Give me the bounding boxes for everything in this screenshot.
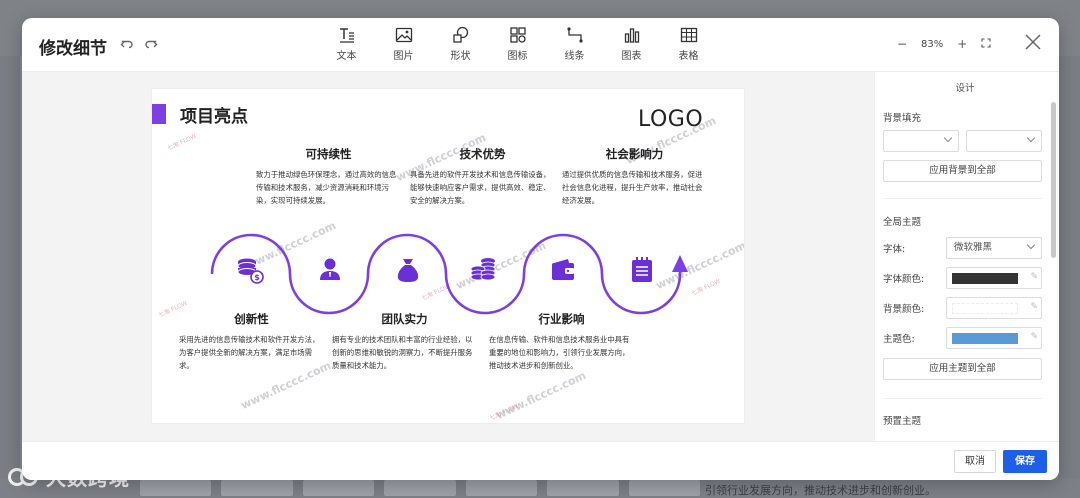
highlight-text: 采用先进的信息传输技术和软件开发方法，为客户提供全新的解决方案，满足市场需求。 <box>179 335 320 370</box>
tool-image[interactable]: 图片 <box>375 26 432 66</box>
panel-scrollbar[interactable] <box>1051 102 1056 258</box>
icons-icon <box>509 27 526 43</box>
tool-icons-label: 图标 <box>507 51 528 62</box>
bg-color-swatch <box>952 303 1018 314</box>
global-theme-label: 全局主题 <box>883 217 922 228</box>
tool-text-label: 文本 <box>336 51 357 62</box>
tool-icons[interactable]: 图标 <box>489 26 546 66</box>
preset-theme-label: 预置主题 <box>883 416 922 427</box>
eyedropper-icon[interactable]: ✎ <box>1030 272 1038 282</box>
font-color-swatch <box>952 273 1018 284</box>
cancel-button[interactable]: 取消 <box>954 450 996 473</box>
modal-title: 修改细节 <box>39 39 107 59</box>
insert-toolbar: 文本 图片 形状 图标 线条 图表 表格 <box>318 26 717 66</box>
eyedropper-icon[interactable]: ✎ <box>1030 332 1038 342</box>
fullscreen-icon[interactable] <box>981 37 991 51</box>
highlight-text: 拥有专业的技术团队和丰富的行业经验，以创新的思维和敏锐的洞察力，不断提升服务质量… <box>332 335 473 370</box>
background-left-rail <box>0 56 20 498</box>
zoom-controls: − 83% + <box>897 37 991 51</box>
zoom-in-button[interactable]: + <box>957 37 967 51</box>
eyedropper-icon[interactable]: ✎ <box>1030 302 1038 312</box>
design-panel: 设计 背景填充 应用背景到全部 全局主题 字体: 微软雅黑 字体颜色: ✎ 背景… <box>874 72 1059 441</box>
bg-color-picker[interactable]: ✎ <box>946 297 1042 319</box>
redo-icon[interactable] <box>143 37 159 53</box>
calendar-list-icon <box>632 257 652 282</box>
highlight-block[interactable]: 团队实力 拥有专业的技术团队和丰富的行业经验，以创新的思维和敏锐的洞察力，不断提… <box>332 311 477 372</box>
font-select[interactable]: 微软雅黑 <box>946 237 1042 259</box>
highlight-title: 行业影响 <box>538 312 585 326</box>
bg-fill-option-select[interactable] <box>966 130 1042 152</box>
arrow-head-icon <box>672 255 688 272</box>
bg-color-label: 背景颜色: <box>883 304 925 315</box>
tool-chart-label: 图表 <box>621 51 642 62</box>
modal-footer: 取消 保存 <box>22 441 1059 480</box>
shape-icon <box>452 26 468 43</box>
tool-image-label: 图片 <box>393 51 414 62</box>
tool-text[interactable]: 文本 <box>318 26 375 66</box>
font-color-picker[interactable]: ✎ <box>946 267 1042 289</box>
save-button[interactable]: 保存 <box>1003 450 1047 473</box>
wallet-icon <box>552 259 574 280</box>
panel-divider <box>883 198 1042 199</box>
zoom-level: 83% <box>921 38 944 50</box>
tool-shape-label: 形状 <box>450 51 471 62</box>
tool-chart[interactable]: 图表 <box>603 26 660 66</box>
tool-table-label: 表格 <box>678 51 699 62</box>
tool-line-label: 线条 <box>564 51 585 62</box>
tool-line[interactable]: 线条 <box>546 26 603 66</box>
theme-color-swatch <box>952 333 1018 344</box>
coin-stacks-icon <box>470 258 496 281</box>
coins-dollar-icon: $ <box>237 258 264 284</box>
font-select-value: 微软雅黑 <box>954 242 993 253</box>
zoom-out-button[interactable]: − <box>897 37 907 51</box>
background-text: 引领行业发展方向，推动技术进步和创新创业。 <box>705 484 936 497</box>
bg-fill-type-select[interactable] <box>883 130 959 152</box>
tool-shape[interactable]: 形状 <box>432 26 489 66</box>
chart-icon <box>624 28 639 43</box>
edit-details-modal: 修改细节 文本 图片 形状 图标 线条 图表 表格 − 83% + 项目亮点 L… <box>22 18 1059 480</box>
background-thumbnails <box>140 480 700 498</box>
apply-bg-all-button[interactable]: 应用背景到全部 <box>883 160 1042 182</box>
apply-theme-all-button[interactable]: 应用主题到全部 <box>883 358 1042 380</box>
money-bag-icon <box>397 259 419 282</box>
line-icon <box>566 27 583 43</box>
slide[interactable]: 项目亮点 LOGO www.flcccc.com www.flcccc.com … <box>152 89 744 423</box>
highlight-title: 创新性 <box>234 312 269 326</box>
panel-title: 设计 <box>955 83 975 94</box>
highlight-title: 团队实力 <box>381 312 428 326</box>
tool-table[interactable]: 表格 <box>660 26 717 66</box>
close-icon[interactable] <box>1023 32 1043 52</box>
theme-color-picker[interactable]: ✎ <box>946 327 1042 349</box>
svg-text:$: $ <box>254 273 260 282</box>
font-color-label: 字体颜色: <box>883 274 925 285</box>
image-icon <box>395 27 412 43</box>
highlight-block[interactable]: 行业影响 在信息传输、软件和信息技术服务业中具有重要的地位和影响力，引领行业发展… <box>489 311 634 372</box>
slide-canvas-area: 项目亮点 LOGO www.flcccc.com www.flcccc.com … <box>22 72 874 441</box>
person-icon <box>320 258 340 280</box>
modal-header: 修改细节 文本 图片 形状 图标 线条 图表 表格 − 83% + <box>22 18 1059 72</box>
highlight-block[interactable]: 创新性 采用先进的信息传输技术和软件开发方法，为客户提供全新的解决方案，满足市场… <box>179 311 324 372</box>
font-label: 字体: <box>883 244 906 255</box>
bg-fill-label: 背景填充 <box>883 113 922 124</box>
theme-color-label: 主题色: <box>883 334 915 345</box>
table-icon <box>680 27 697 43</box>
undo-icon[interactable] <box>119 37 135 53</box>
text-icon <box>339 28 354 43</box>
panel-divider <box>883 398 1042 399</box>
background-right-rail <box>1058 56 1080 498</box>
highlight-text: 在信息传输、软件和信息技术服务业中具有重要的地位和影响力，引领行业发展方向，推动… <box>489 335 630 370</box>
